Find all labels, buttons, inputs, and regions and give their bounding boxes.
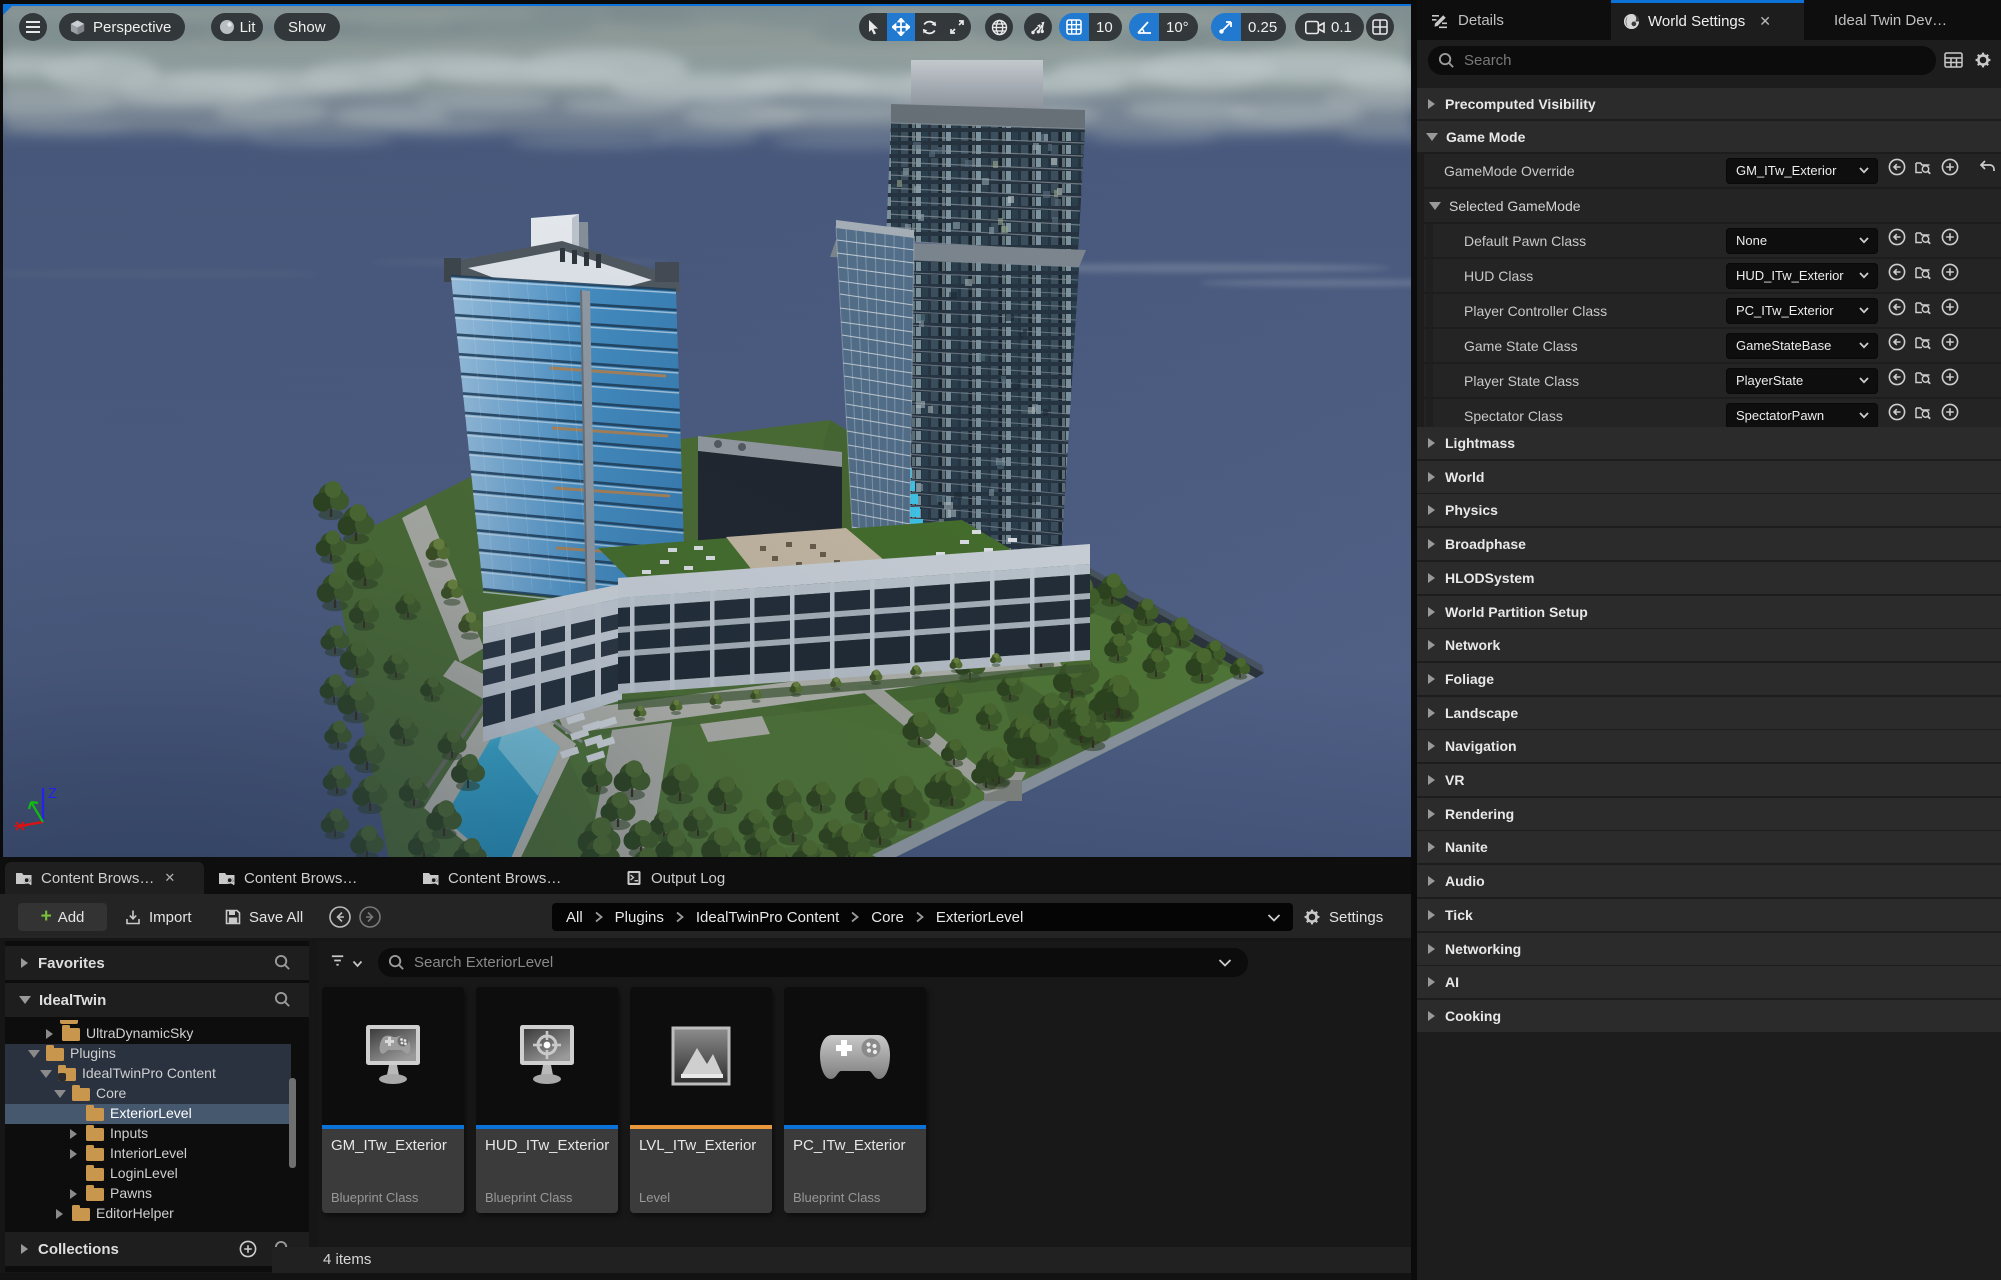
svg-text:Z: Z — [48, 785, 57, 802]
